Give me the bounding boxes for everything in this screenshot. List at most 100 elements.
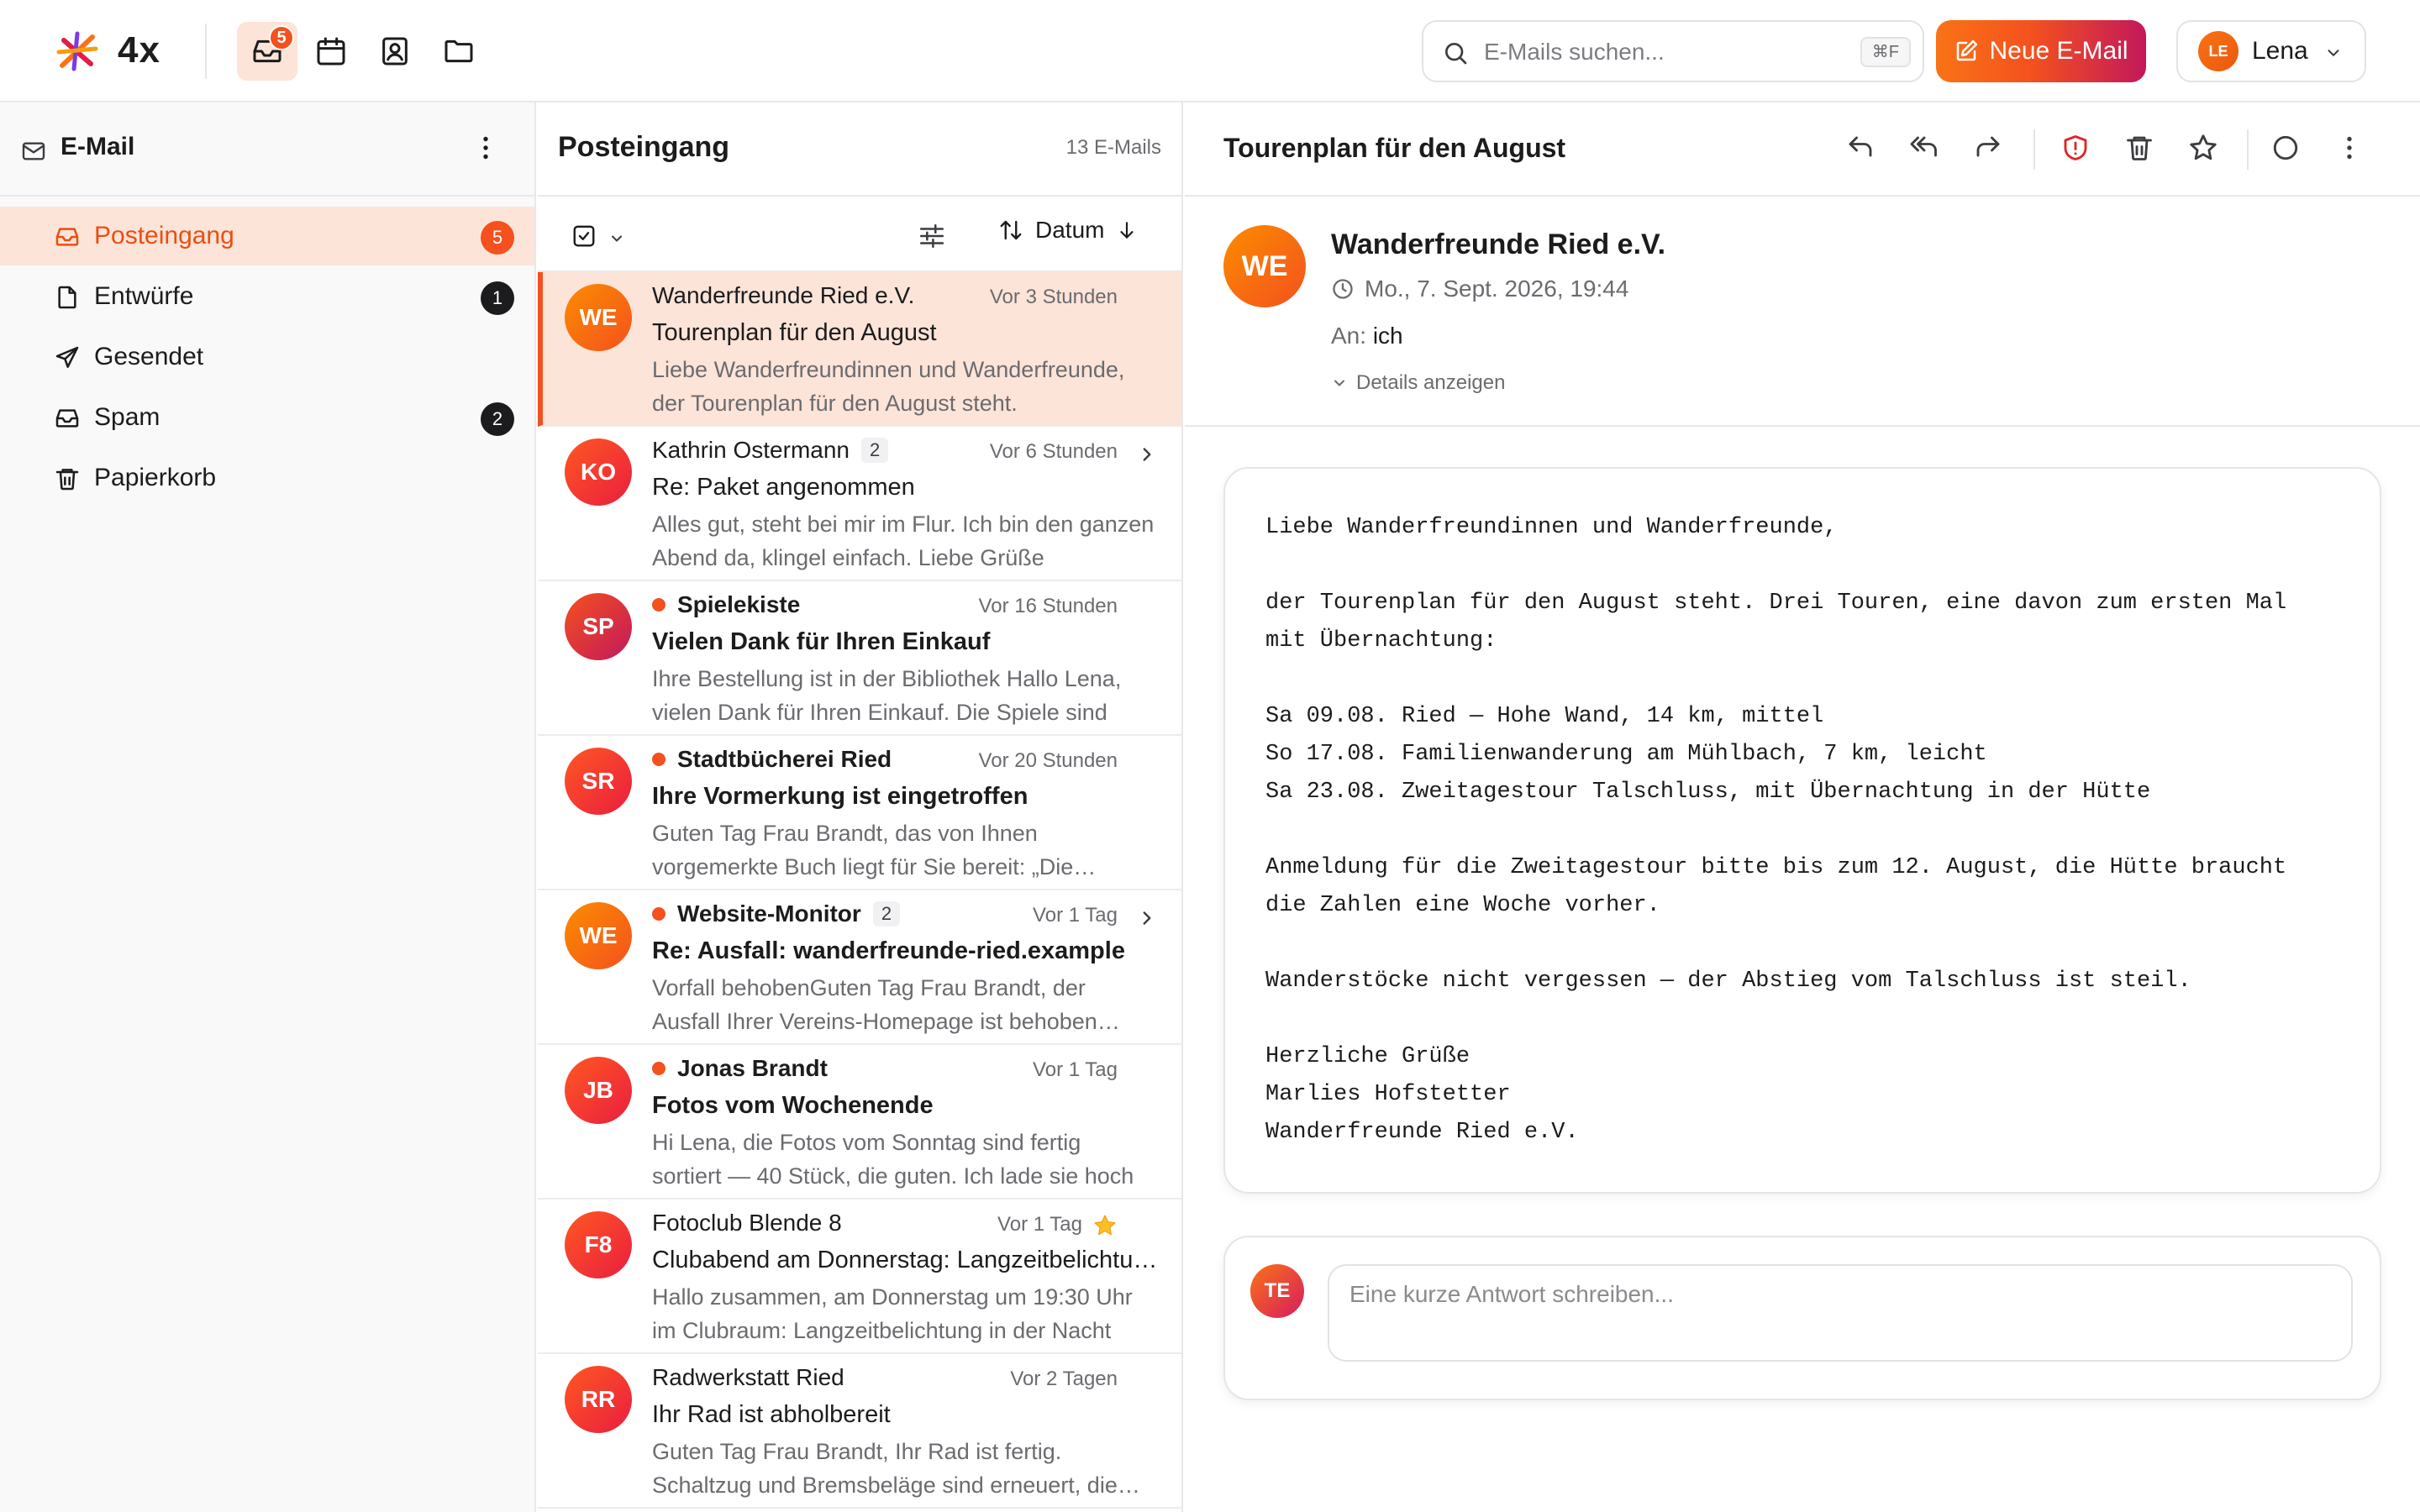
user-avatar: LE xyxy=(2198,31,2238,71)
show-details-link[interactable]: Details anzeigen xyxy=(1331,371,1505,395)
chevron-right-icon[interactable] xyxy=(1136,444,1158,465)
report-spam-button[interactable] xyxy=(2060,133,2091,163)
sidebar-item-label: Papierkorb xyxy=(94,464,217,491)
sender-name-text: Jonas Brandt xyxy=(677,1055,828,1081)
inbox-icon xyxy=(55,228,79,246)
quick-reply-input[interactable] xyxy=(1328,1264,2353,1362)
delete-button[interactable] xyxy=(2124,133,2154,163)
chevron-down-icon[interactable] xyxy=(608,230,625,247)
sender-avatar: SR xyxy=(565,748,632,815)
message-count: 13 E-Mails xyxy=(1065,136,1161,159)
calendar-app-button[interactable] xyxy=(301,22,361,81)
unread-dot xyxy=(652,1062,666,1075)
email-date-text: Mo., 7. Sept. 2026, 19:44 xyxy=(1365,276,1629,302)
sort-button[interactable]: Datum xyxy=(998,217,1138,244)
sidebar-item-drafts[interactable]: Entwürfe 1 xyxy=(0,267,534,326)
action-divider xyxy=(2247,129,2249,170)
message-list: Posteingang 13 E-Mails Datum WE Wanderfr… xyxy=(538,102,1183,1512)
sender-avatar: RR xyxy=(565,1366,632,1433)
message-subject: Fotos vom Wochenende xyxy=(652,1092,934,1119)
sidebar-more-button[interactable] xyxy=(471,133,501,163)
sidebar-item-label: Posteingang xyxy=(94,222,234,249)
message-preview: Guten Tag Frau Brandt, das von Ihnen vor… xyxy=(652,821,1074,879)
top-bar: 4x 5 ⌘F Neue E-Mail LE Lena xyxy=(0,0,2420,102)
reply-button[interactable] xyxy=(1845,133,1876,163)
filter-sliders-icon[interactable] xyxy=(918,222,946,250)
recipient-value: ich xyxy=(1372,323,1403,349)
forward-icon xyxy=(1976,136,2000,157)
clock-icon xyxy=(1333,279,1353,299)
sender-name: Radwerkstatt Ried xyxy=(652,1364,844,1391)
shield-alert-icon xyxy=(2064,135,2087,160)
unread-dot xyxy=(652,598,666,612)
sender-info: WE Wanderfreunde Ried e.V. Mo., 7. Sept.… xyxy=(1185,198,2420,427)
sender-name: Wanderfreunde Ried e.V. xyxy=(1331,228,1666,260)
star-button[interactable] xyxy=(2188,133,2218,163)
sidebar-item-spam[interactable]: Spam 2 xyxy=(0,388,534,447)
message-time: Vor 16 Stunden xyxy=(978,595,1118,617)
message-row[interactable]: WE Website-Monitor 2 Vor 1 Tag Re: Ausfal… xyxy=(538,890,1181,1045)
message-row[interactable]: RR Radwerkstatt Ried Vor 2 Tagen Ihr Rad… xyxy=(538,1354,1181,1509)
chevron-right-icon[interactable] xyxy=(1136,907,1158,929)
sender-avatar: WE xyxy=(1223,225,1306,307)
reading-pane: Tourenplan für den August WE Wanderfreun… xyxy=(1185,102,2420,1512)
sender-name-text: Kathrin Ostermann xyxy=(652,437,850,463)
message-time: Vor 1 Tag xyxy=(1033,1058,1118,1081)
sender-name: Jonas Brandt xyxy=(652,1055,828,1082)
select-all-checkbox-icon[interactable] xyxy=(571,223,597,249)
sender-name-text: Fotoclub Blende 8 xyxy=(652,1210,842,1236)
more-vertical-icon xyxy=(2347,136,2352,160)
sidebar-item-inbox[interactable]: Posteingang 5 xyxy=(0,207,534,265)
sidebar-item-sent[interactable]: Gesendet xyxy=(0,328,534,386)
app-logo-icon[interactable] xyxy=(55,30,99,72)
mail-app-button[interactable]: 5 xyxy=(237,22,297,81)
message-time: Vor 1 Tag xyxy=(1033,904,1118,927)
star-filled-icon[interactable] xyxy=(1092,1213,1118,1238)
message-preview: Hi Lena, die Fotos vom Sonntag sind fert… xyxy=(652,1130,1134,1189)
sender-name: Kathrin Ostermann 2 xyxy=(652,437,889,464)
calendar-icon xyxy=(317,37,345,66)
thread-count-badge: 2 xyxy=(861,438,889,463)
user-menu-button[interactable]: LE Lena xyxy=(2176,20,2366,82)
compose-button[interactable]: Neue E-Mail xyxy=(1936,20,2146,82)
message-row[interactable]: WE Wanderfreunde Ried e.V. Vor 3 Stunden… xyxy=(538,272,1181,427)
message-row[interactable]: F8 Fotoclub Blende 8 Vor 1 Tag Clubabend… xyxy=(538,1200,1181,1354)
unread-dot xyxy=(652,907,666,921)
brand-name: 4x xyxy=(118,29,160,71)
sidebar-item-trash[interactable]: Papierkorb xyxy=(0,449,534,507)
sender-name: Fotoclub Blende 8 xyxy=(652,1210,842,1236)
sort-arrows-icon xyxy=(1000,220,1022,240)
circle-icon xyxy=(2273,135,2298,160)
contacts-app-button[interactable] xyxy=(365,22,425,81)
sort-label: Datum xyxy=(1035,217,1105,243)
sidebar-header: E-Mail xyxy=(0,102,534,197)
search-bar[interactable]: ⌘F xyxy=(1422,20,1924,82)
more-actions-button[interactable] xyxy=(2334,133,2365,163)
forward-button[interactable] xyxy=(1973,133,2003,163)
drafts-count-badge: 1 xyxy=(481,281,514,315)
search-icon xyxy=(1445,43,1467,65)
user-name: Lena xyxy=(2252,37,2308,65)
reply-all-icon xyxy=(1910,136,1937,157)
recipient-line: An: ich xyxy=(1331,323,1403,349)
message-time: Vor 6 Stunden xyxy=(989,440,1118,463)
message-preview: Alles gut, steht bei mir im Flur. Ich bi… xyxy=(652,512,1155,570)
reply-all-button[interactable] xyxy=(1909,133,1939,163)
contacts-icon xyxy=(382,37,408,66)
show-details-label: Details anzeigen xyxy=(1356,371,1506,394)
files-app-button[interactable] xyxy=(429,22,489,81)
search-input[interactable] xyxy=(1484,34,1837,71)
message-row[interactable]: SR Stadtbücherei Ried Vor 20 Stunden Ihr… xyxy=(538,736,1181,890)
trash-icon xyxy=(55,469,79,491)
sidebar-item-label: Entwürfe xyxy=(94,282,194,310)
message-time: Vor 2 Tagen xyxy=(1010,1368,1118,1390)
sender-name-text: Spielekiste xyxy=(677,591,801,617)
reply-icon xyxy=(1849,136,1872,157)
message-row[interactable]: SP Spielekiste Vor 16 Stunden Vielen Dan… xyxy=(538,581,1181,736)
message-row[interactable]: JB Jonas Brandt Vor 1 Tag Fotos vom Woch… xyxy=(538,1045,1181,1200)
email-body-text: Liebe Wanderfreundinnen und Wanderfreund… xyxy=(1265,515,2287,1145)
message-row[interactable]: KO Kathrin Ostermann 2 Vor 6 Stunden Re: … xyxy=(538,427,1181,581)
sender-avatar: KO xyxy=(565,438,632,506)
mark-unread-button[interactable] xyxy=(2270,133,2301,163)
folder-icon xyxy=(445,39,473,63)
